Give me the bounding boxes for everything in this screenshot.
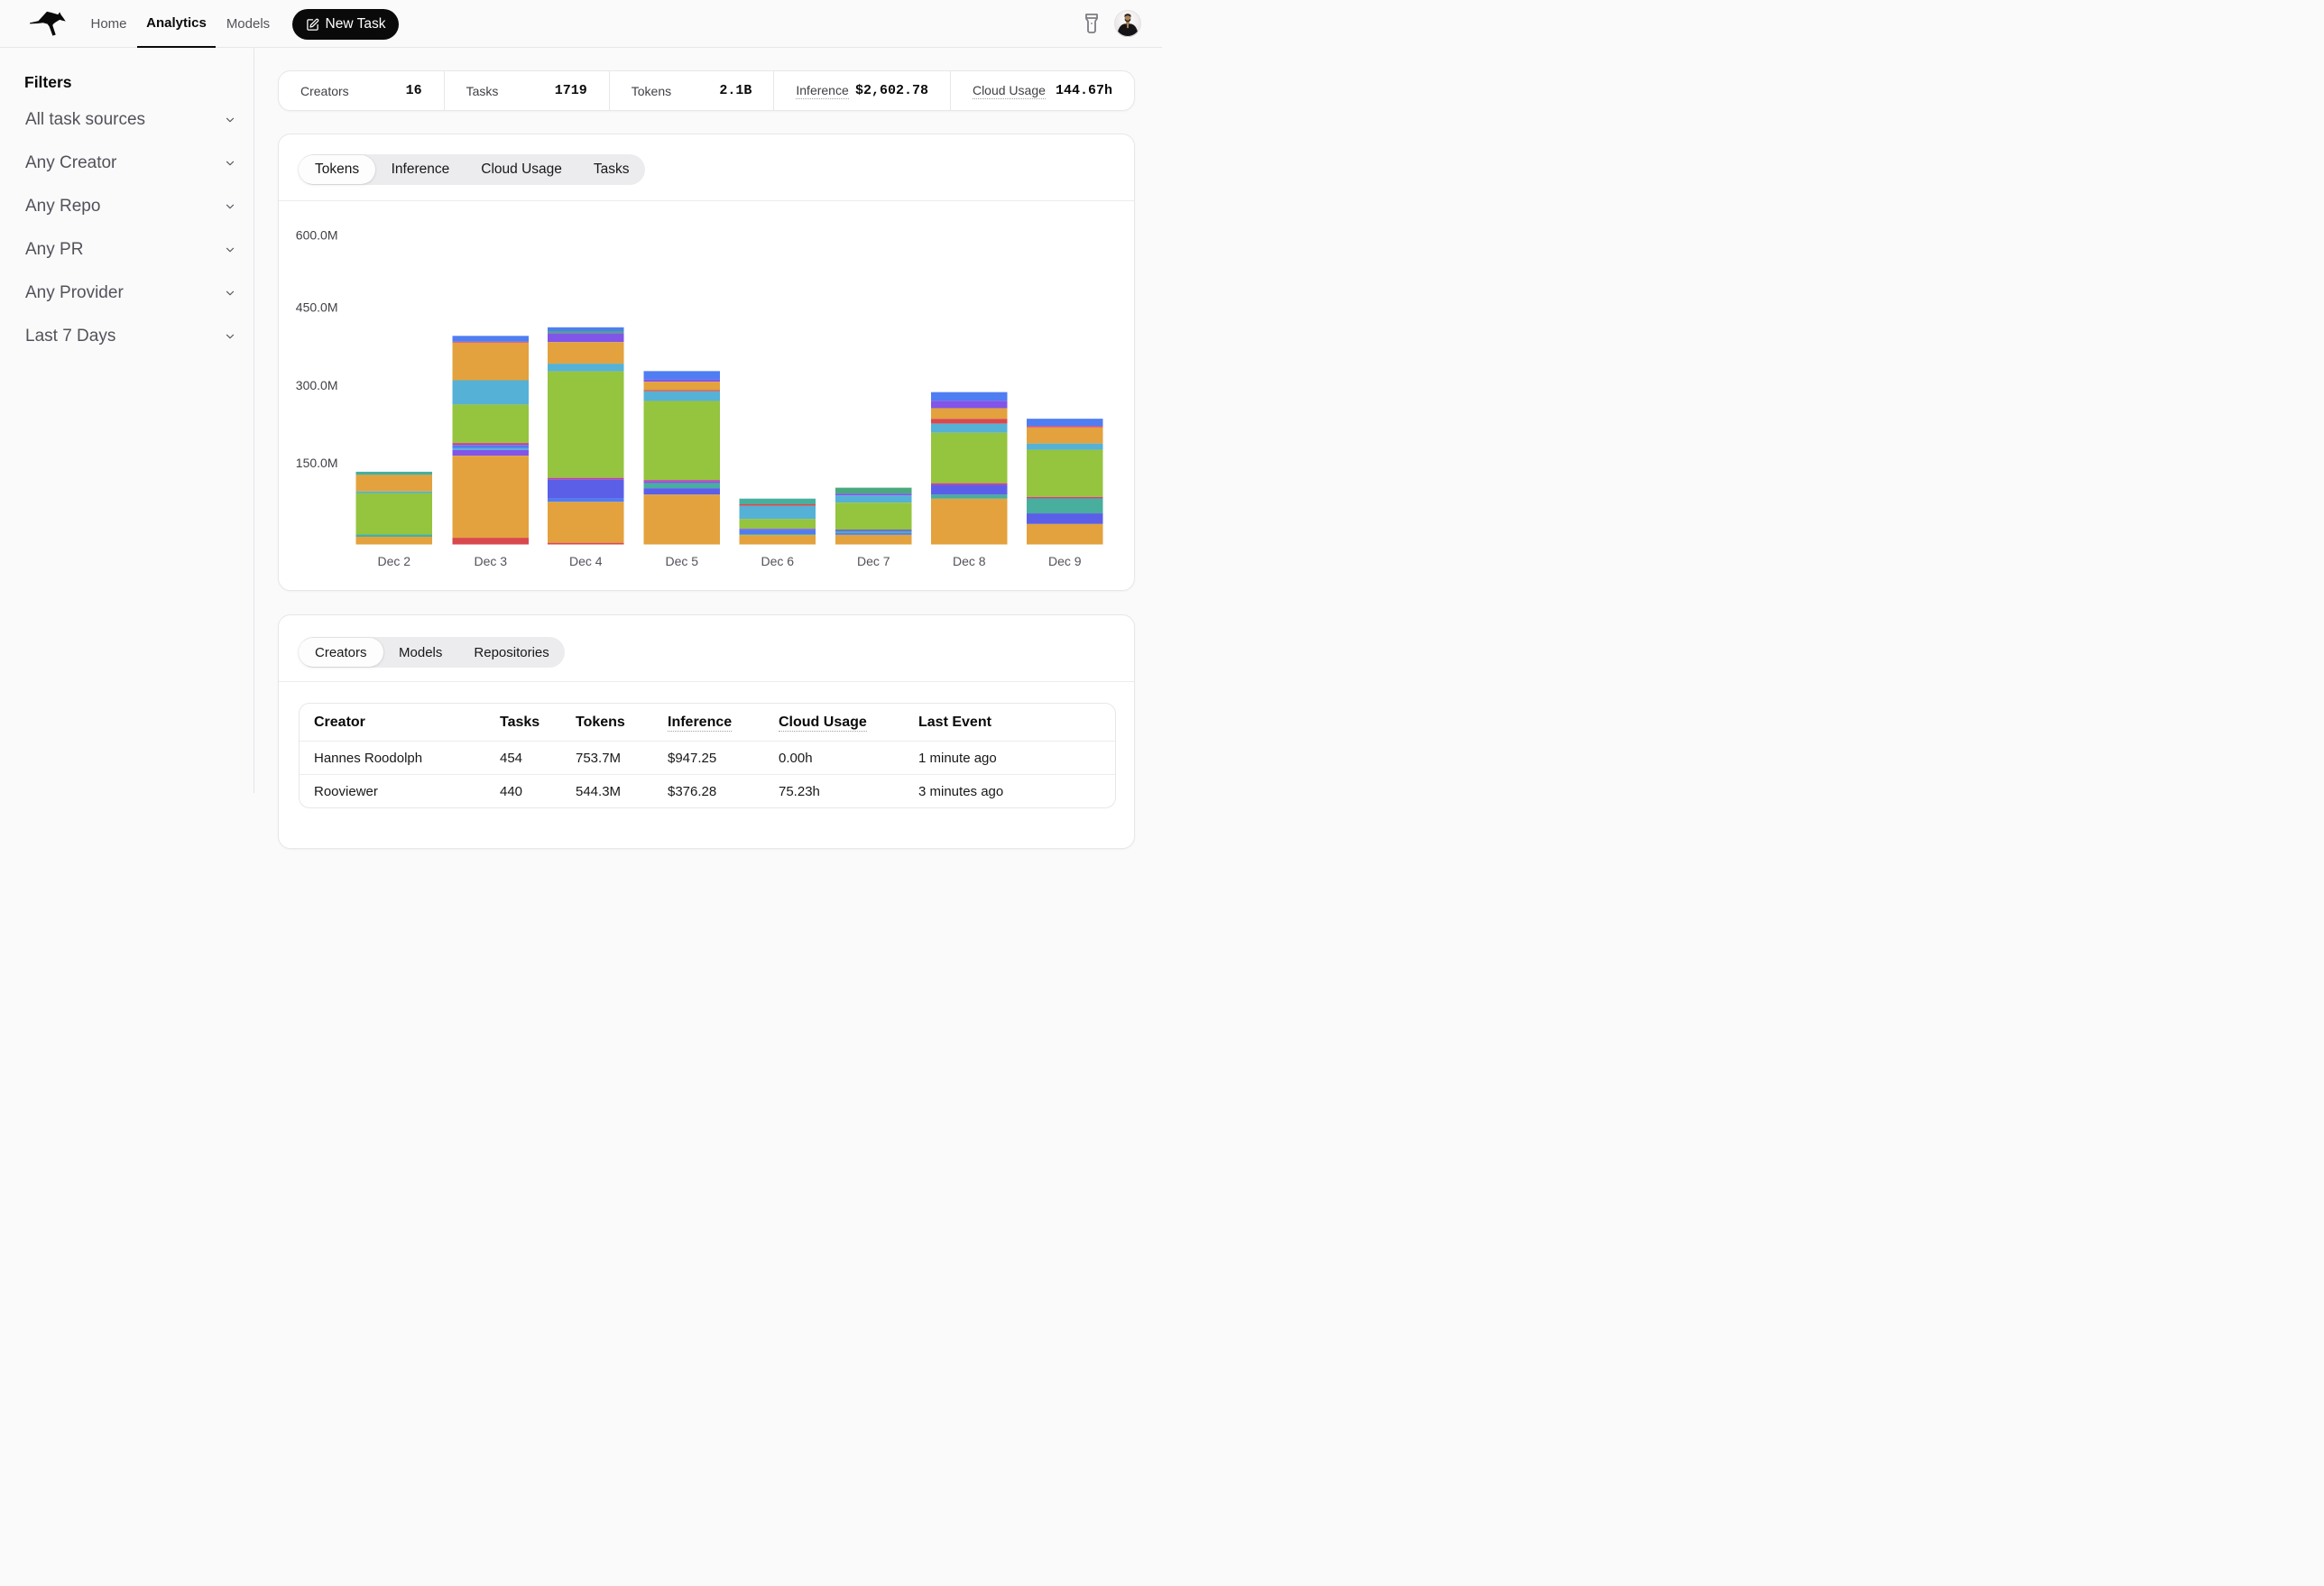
svg-text:Dec 6: Dec 6	[761, 554, 794, 568]
svg-text:Dec 9: Dec 9	[1048, 554, 1082, 568]
svg-text:Dec 3: Dec 3	[474, 554, 507, 568]
svg-text:Dec 8: Dec 8	[953, 554, 986, 568]
svg-text:600.0M: 600.0M	[296, 228, 338, 243]
svg-text:Dec 2: Dec 2	[377, 554, 410, 568]
svg-text:Dec 7: Dec 7	[857, 554, 890, 568]
svg-text:150.0M: 150.0M	[296, 456, 338, 470]
svg-text:300.0M: 300.0M	[296, 378, 338, 392]
svg-text:450.0M: 450.0M	[296, 300, 338, 315]
svg-text:Dec 5: Dec 5	[665, 554, 698, 568]
svg-text:Dec 4: Dec 4	[569, 554, 603, 568]
